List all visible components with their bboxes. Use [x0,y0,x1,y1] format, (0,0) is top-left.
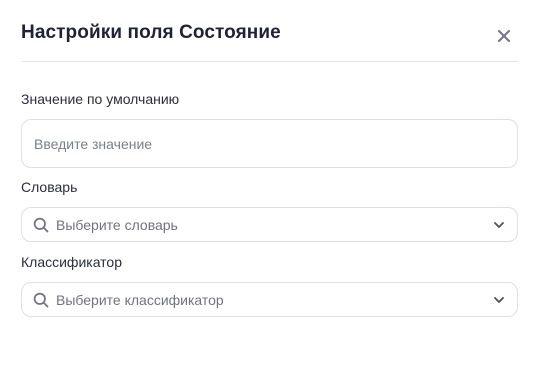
close-icon [498,30,510,42]
dictionary-placeholder: Выберите словарь [56,217,178,233]
classifier-select[interactable]: Выберите классификатор [21,282,518,317]
dictionary-select[interactable]: Выберите словарь [21,207,518,242]
dictionary-label: Словарь [21,179,78,195]
default-value-label: Значение по умолчанию [21,91,180,107]
search-icon [33,217,49,233]
header-divider [21,61,518,62]
dialog-title: Настройки поля Состояние [21,22,281,43]
search-icon [33,292,49,308]
chevron-down-icon [494,222,504,228]
chevron-down-icon [494,297,504,303]
default-value-field [21,119,518,168]
close-button[interactable] [495,27,513,45]
field-settings-dialog: Настройки поля Состояние Значение по умо… [0,0,541,367]
classifier-label: Классификатор [21,254,123,270]
classifier-placeholder: Выберите классификатор [56,292,224,308]
default-value-input[interactable] [22,120,517,167]
